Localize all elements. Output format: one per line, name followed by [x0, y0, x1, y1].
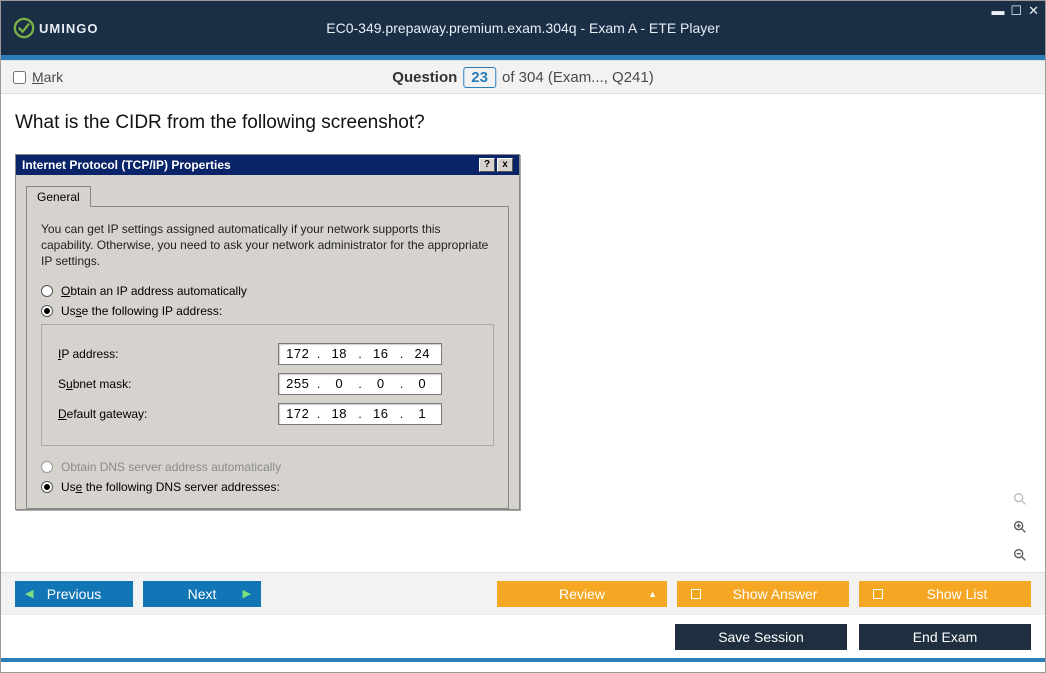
radio-use-ip-label: Usse the following IP address:: [61, 304, 222, 318]
end-exam-button[interactable]: End Exam: [859, 624, 1031, 650]
question-text: What is the CIDR from the following scre…: [15, 112, 1031, 134]
close-icon[interactable]: ✕: [1028, 3, 1039, 19]
radio-obtain-dns-label: Obtain DNS server address automatically: [61, 460, 281, 474]
subnet-mask-input[interactable]: 255. 0. 0. 0: [278, 373, 442, 395]
question-indicator: Question 23 of 304 (Exam..., Q241): [392, 67, 653, 88]
tcpip-dialog: Internet Protocol (TCP/IP) Properties ? …: [15, 154, 520, 510]
show-list-label: Show List: [897, 586, 1017, 602]
nav-row: ◀ Previous Next ▶ Review ▲ Show Answer S…: [1, 572, 1045, 614]
search-icon[interactable]: [1009, 488, 1031, 510]
zoom-in-icon[interactable]: [1009, 516, 1031, 538]
end-exam-label: End Exam: [913, 629, 978, 645]
question-total: of 304 (Exam..., Q241): [502, 69, 654, 86]
maximize-icon[interactable]: ☐: [1010, 3, 1022, 19]
mark-checkbox-input[interactable]: [13, 71, 26, 84]
previous-button[interactable]: ◀ Previous: [15, 581, 133, 607]
previous-label: Previous: [47, 586, 101, 602]
save-session-label: Save Session: [718, 629, 804, 645]
brand-text: UMINGO: [39, 21, 98, 36]
dialog-title-text: Internet Protocol (TCP/IP) Properties: [22, 158, 479, 172]
divider: [1, 658, 1045, 662]
ip-address-row: IP address: 172. 18. 16. 24: [58, 343, 477, 365]
review-button[interactable]: Review ▲: [497, 581, 667, 607]
mark-label: Mark: [32, 69, 63, 85]
save-session-button[interactable]: Save Session: [675, 624, 847, 650]
content-area: What is the CIDR from the following scre…: [1, 94, 1045, 572]
question-label: Question: [392, 69, 457, 86]
square-icon: [873, 589, 883, 599]
triangle-up-icon: ▲: [648, 589, 657, 599]
radio-icon: [41, 461, 53, 473]
titlebar: UMINGO EC0-349.prepaway.premium.exam.304…: [1, 1, 1045, 55]
arrow-right-icon: ▶: [243, 587, 251, 600]
dialog-close-icon[interactable]: x: [497, 158, 513, 172]
show-answer-label: Show Answer: [715, 586, 835, 602]
minimize-icon[interactable]: ▬: [991, 3, 1004, 19]
ip-address-input[interactable]: 172. 18. 16. 24: [278, 343, 442, 365]
dialog-description: You can get IP settings assigned automat…: [41, 221, 494, 270]
show-list-button[interactable]: Show List: [859, 581, 1031, 607]
mark-checkbox[interactable]: Mark: [13, 69, 63, 85]
radio-icon: [41, 305, 53, 317]
check-icon: [13, 17, 35, 39]
zoom-out-icon[interactable]: [1009, 544, 1031, 566]
radio-use-ip[interactable]: Usse the following IP address:: [41, 304, 494, 318]
default-gateway-label: Default gateway:: [58, 407, 278, 421]
zoom-controls: [1009, 488, 1031, 566]
radio-icon: [41, 285, 53, 297]
subnet-mask-row: Subnet mask: 255. 0. 0. 0: [58, 373, 477, 395]
radio-icon: [41, 481, 53, 493]
next-button[interactable]: Next ▶: [143, 581, 261, 607]
ip-address-label: IP address:: [58, 347, 278, 361]
arrow-left-icon: ◀: [25, 587, 33, 600]
radio-obtain-dns: Obtain DNS server address automatically: [41, 460, 494, 474]
dialog-titlebar: Internet Protocol (TCP/IP) Properties ? …: [16, 155, 519, 175]
info-bar: Mark Question 23 of 304 (Exam..., Q241): [1, 60, 1045, 94]
square-icon: [691, 589, 701, 599]
window-controls: ▬ ☐ ✕: [991, 3, 1039, 19]
subnet-mask-label: Subnet mask:: [58, 377, 278, 391]
show-answer-button[interactable]: Show Answer: [677, 581, 849, 607]
radio-use-dns[interactable]: Use the following DNS server addresses:: [41, 480, 494, 494]
brand-logo: UMINGO: [13, 17, 98, 39]
radio-obtain-ip-label: Obtain an IP address automatically: [61, 284, 247, 298]
radio-use-dns-label: Use the following DNS server addresses:: [61, 480, 280, 494]
tab-panel-general: You can get IP settings assigned automat…: [26, 206, 509, 509]
question-number[interactable]: 23: [463, 67, 496, 88]
default-gateway-row: Default gateway: 172. 18. 16. 1: [58, 403, 477, 425]
ip-groupbox: IP address: 172. 18. 16. 24 Subnet mask:…: [41, 324, 494, 446]
next-label: Next: [188, 586, 217, 602]
radio-obtain-ip[interactable]: Obtain an IP address automatically: [41, 284, 494, 298]
tab-general[interactable]: General: [26, 186, 91, 207]
window-title: EC0-349.prepaway.premium.exam.304q - Exa…: [326, 20, 719, 36]
review-label: Review: [559, 586, 605, 602]
dialog-body: General You can get IP settings assigned…: [16, 175, 519, 509]
default-gateway-input[interactable]: 172. 18. 16. 1: [278, 403, 442, 425]
bottom-row: Save Session End Exam: [1, 614, 1045, 658]
tab-row: General: [26, 185, 509, 206]
help-icon[interactable]: ?: [479, 158, 495, 172]
dialog-title-buttons: ? x: [479, 158, 513, 172]
